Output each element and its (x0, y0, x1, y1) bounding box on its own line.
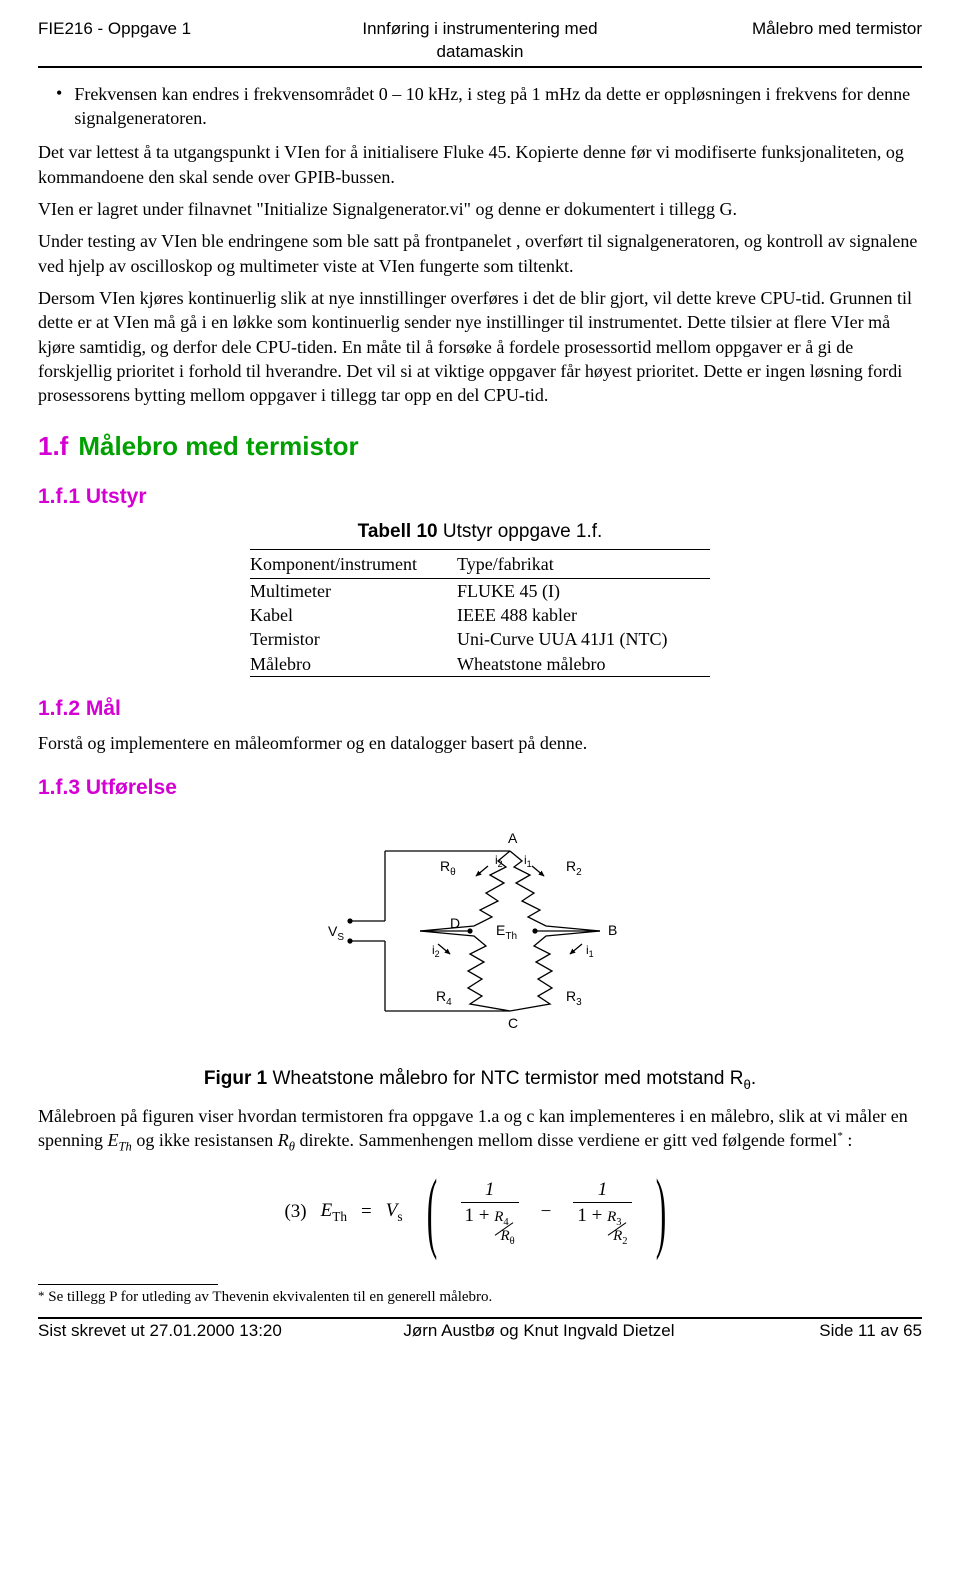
i1-bot-label: i1 (586, 943, 594, 959)
paragraph: Det var lettest å ta utgangspunkt i VIen… (38, 140, 922, 189)
eq-bracket-content: 1 1 + R4 Rθ − 1 1 + R3 (461, 1177, 632, 1248)
node-b-label: B (608, 922, 617, 938)
table-caption: Tabell 10 Utstyr oppgave 1.f. (38, 519, 922, 545)
paragraph: VIen er lagret under filnavnet "Initiali… (38, 197, 922, 221)
right-paren-icon: ) (655, 1176, 665, 1248)
i2-bot-label: i2 (432, 943, 440, 959)
table-cell: Termistor (250, 627, 457, 651)
bullet-item: • Frekvensen kan endres i frekvensområde… (56, 82, 922, 131)
table-row: TermistorUni-Curve UUA 41J1 (NTC) (250, 627, 710, 651)
section-heading-1f: 1.f Målebro med termistor (38, 429, 922, 464)
table-caption-prefix: Tabell 10 (358, 521, 438, 542)
footnote-rule (38, 1284, 218, 1285)
table-cell: FLUKE 45 (I) (457, 578, 710, 603)
equipment-table-wrap: Komponent/instrument Type/fabrikat Multi… (250, 549, 710, 677)
subsection-1f2: 1.f.2 Mål (38, 695, 922, 723)
figure-1: A B C D VS ETh Rθ R2 R3 R4 i2 i1 i2 i1 (38, 816, 922, 1052)
node-d-label: D (450, 915, 460, 931)
footer-right: Side 11 av 65 (716, 1320, 922, 1343)
paragraph: Under testing av VIen ble endringene som… (38, 229, 922, 278)
vs-label: VS (328, 923, 344, 943)
footnote-text: Se tillegg P for utleding av Thevenin ek… (45, 1289, 493, 1305)
subsection-1f3: 1.f.3 Utførelse (38, 774, 922, 802)
left-paren-icon: ( (426, 1176, 436, 1248)
table-cell: Uni-Curve UUA 41J1 (NTC) (457, 627, 710, 651)
paragraph: Målebroen på figuren viser hvordan termi… (38, 1104, 922, 1156)
footnote: * Se tillegg P for utleding av Thevenin … (38, 1287, 922, 1307)
figure-caption-prefix: Figur 1 (204, 1068, 267, 1089)
fraction-2: 1 1 + R3 R2 (573, 1177, 631, 1248)
subsection-1f1: 1.f.1 Utstyr (38, 483, 922, 511)
node-c-label: C (508, 1015, 518, 1031)
header-rule (38, 66, 922, 68)
eq-lhs: ETh (321, 1198, 347, 1226)
header-left: FIE216 - Oppgave 1 (38, 18, 333, 64)
figure-caption-sub: θ (743, 1077, 750, 1092)
wheatstone-bridge-diagram: A B C D VS ETh Rθ R2 R3 R4 i2 i1 i2 i1 (310, 816, 650, 1046)
table-header-row: Komponent/instrument Type/fabrikat (250, 549, 710, 578)
table-row: KabelIEEE 488 kabler (250, 603, 710, 627)
paragraph: Forstå og implementere en måleomformer o… (38, 731, 922, 755)
table-row: MålebroWheatstone målebro (250, 652, 710, 677)
footer-center: Jørn Austbø og Knut Ingvald Dietzel (362, 1320, 716, 1343)
r2-label: R2 (566, 858, 582, 878)
section-title: Målebro med termistor (78, 431, 358, 461)
figure-caption: Figur 1 Wheatstone målebro for NTC termi… (38, 1066, 922, 1094)
footer-rule (38, 1317, 922, 1319)
table-cell: Multimeter (250, 578, 457, 603)
i2-top-label: i2 (495, 853, 503, 869)
node-a-label: A (508, 830, 518, 846)
minus-sign: − (541, 1199, 552, 1225)
header-center: Innføring i instrumentering med datamask… (333, 18, 628, 64)
table-header: Type/fabrikat (457, 549, 710, 578)
section-number: 1.f (38, 431, 68, 461)
bullet-text: Frekvensen kan endres i frekvensområdet … (74, 82, 922, 131)
bullet-icon: • (56, 82, 62, 131)
eth-label: ETh (496, 922, 517, 942)
i1-top-label: i1 (524, 853, 532, 869)
paragraph: Dersom VIen kjøres kontinuerlig slik at … (38, 286, 922, 407)
page-header: FIE216 - Oppgave 1 Innføring i instrumen… (38, 18, 922, 64)
eq-vs: Vs (386, 1198, 403, 1226)
equation-number: (3) (284, 1199, 306, 1225)
figure-caption-end: . (751, 1068, 756, 1089)
page-footer: Sist skrevet ut 27.01.2000 13:20 Jørn Au… (38, 1320, 922, 1355)
table-cell: Målebro (250, 652, 457, 677)
table-cell: Kabel (250, 603, 457, 627)
r4-label: R4 (436, 988, 452, 1008)
header-right: Målebro med termistor (627, 18, 922, 64)
equipment-table: Komponent/instrument Type/fabrikat Multi… (250, 549, 710, 677)
table-row: MultimeterFLUKE 45 (I) (250, 578, 710, 603)
table-cell: Wheatstone målebro (457, 652, 710, 677)
footer-left: Sist skrevet ut 27.01.2000 13:20 (38, 1320, 362, 1343)
page: FIE216 - Oppgave 1 Innføring i instrumen… (0, 0, 960, 1355)
equation-3: (3) ETh = Vs ( 1 1 + R4 Rθ − (38, 1176, 922, 1248)
table-header: Komponent/instrument (250, 549, 457, 578)
figure-caption-text: Wheatstone målebro for NTC termistor med… (267, 1068, 743, 1089)
equals-sign: = (361, 1199, 372, 1225)
table-cell: IEEE 488 kabler (457, 603, 710, 627)
rtheta-label: Rθ (440, 858, 456, 878)
table-caption-rest: Utstyr oppgave 1.f. (438, 521, 603, 542)
r3-label: R3 (566, 988, 582, 1008)
fraction-1: 1 1 + R4 Rθ (461, 1177, 519, 1248)
